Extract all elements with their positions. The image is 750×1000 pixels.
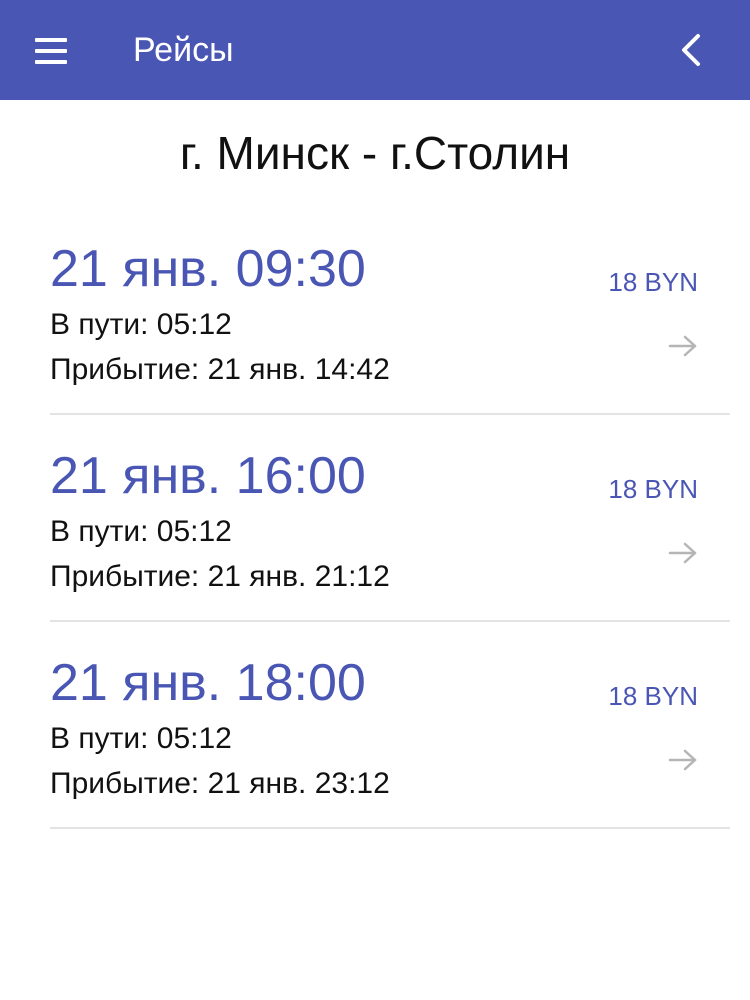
hamburger-menu-icon bbox=[35, 38, 67, 42]
page-title: Рейсы bbox=[133, 31, 234, 69]
trip-price: 18 BYN bbox=[608, 267, 698, 297]
route-title: г. Минск - г.Столин bbox=[179, 127, 571, 179]
menu-button[interactable] bbox=[30, 30, 74, 74]
trip-arrival: Прибытие: 21 янв. 21:12 bbox=[50, 560, 390, 593]
trip-item[interactable]: 21 янв. 09:30 В пути: 05:12 Прибытие: 21… bbox=[50, 208, 730, 415]
trip-arrival: Прибытие: 21 янв. 14:42 bbox=[50, 353, 390, 386]
hamburger-menu-icon-bar bbox=[35, 60, 67, 64]
trip-item[interactable]: 21 янв. 18:00 В пути: 05:12 Прибытие: 21… bbox=[50, 622, 730, 829]
arrow-right-icon bbox=[668, 542, 697, 564]
arrow-right-icon bbox=[668, 749, 697, 771]
trip-duration: В пути: 05:12 bbox=[50, 722, 232, 755]
trip-price: 18 BYN bbox=[608, 681, 698, 711]
chevron-left-icon bbox=[682, 34, 700, 66]
trip-departure: 21 янв. 18:00 bbox=[50, 654, 366, 712]
back-button[interactable] bbox=[670, 28, 710, 72]
hamburger-menu-icon-bar bbox=[35, 49, 67, 53]
trip-duration: В пути: 05:12 bbox=[50, 308, 232, 341]
app-bar: Рейсы bbox=[0, 0, 750, 100]
trip-duration: В пути: 05:12 bbox=[50, 515, 232, 548]
trip-price: 18 BYN bbox=[608, 474, 698, 504]
trip-departure: 21 янв. 16:00 bbox=[50, 447, 366, 505]
trip-arrival: Прибытие: 21 янв. 23:12 bbox=[50, 767, 390, 800]
trip-list: 21 янв. 09:30 В пути: 05:12 Прибытие: 21… bbox=[50, 208, 730, 829]
trip-departure: 21 янв. 09:30 bbox=[50, 240, 366, 298]
arrow-right-icon bbox=[668, 335, 697, 357]
trip-item[interactable]: 21 янв. 16:00 В пути: 05:12 Прибытие: 21… bbox=[50, 415, 730, 622]
